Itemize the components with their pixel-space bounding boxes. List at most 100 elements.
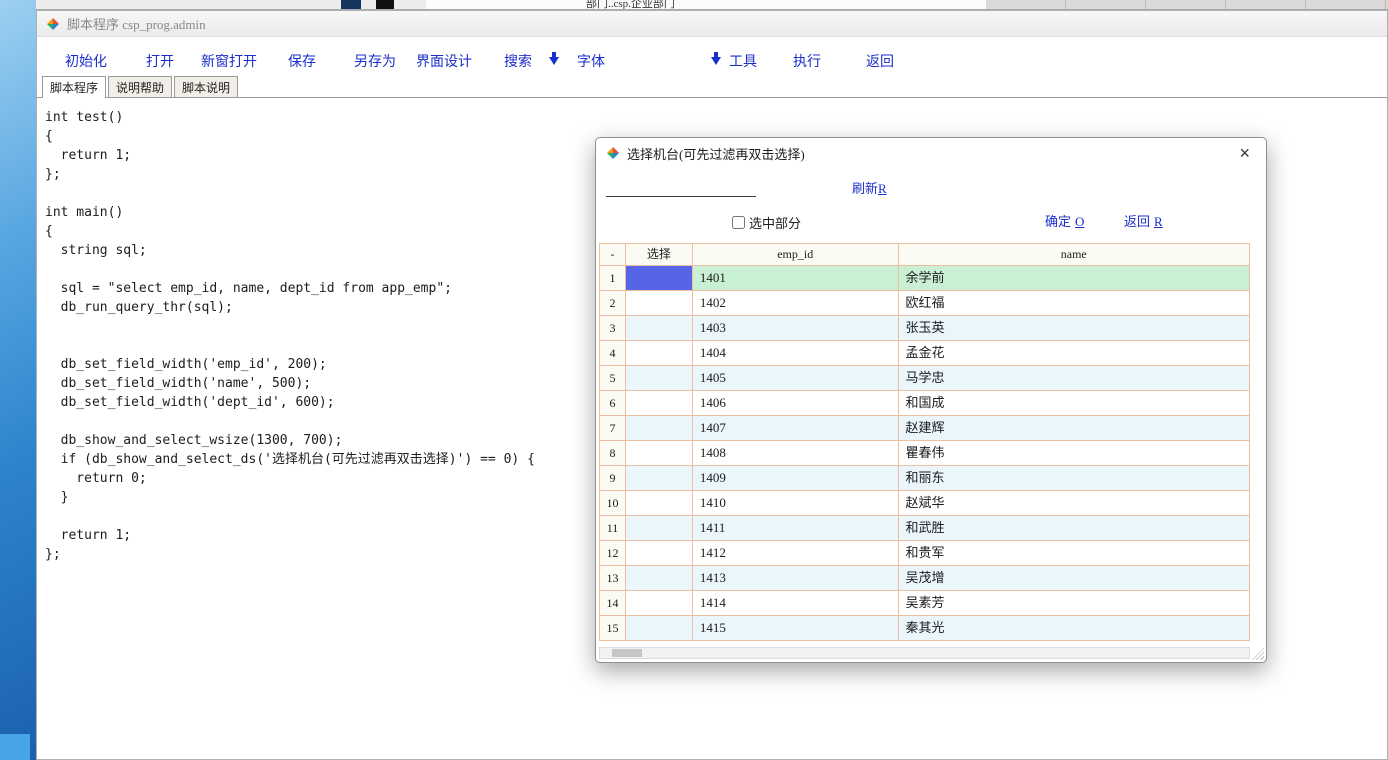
emp-id-cell[interactable]: 1415 bbox=[693, 616, 899, 641]
table-row[interactable]: 7 1407 赵建辉 bbox=[600, 416, 1250, 441]
table-row[interactable]: 13 1413 吴茂增 bbox=[600, 566, 1250, 591]
save-button[interactable]: 保存 bbox=[288, 51, 316, 71]
filter-input[interactable] bbox=[606, 180, 756, 197]
row-number-cell: 15 bbox=[600, 616, 626, 641]
emp-id-cell[interactable]: 1409 bbox=[693, 466, 899, 491]
back-button[interactable]: 返回R bbox=[1124, 211, 1163, 230]
table-row[interactable]: 14 1414 吴素芳 bbox=[600, 591, 1250, 616]
emp-id-cell[interactable]: 1404 bbox=[693, 341, 899, 366]
select-cell[interactable] bbox=[626, 591, 693, 616]
name-cell[interactable]: 和丽东 bbox=[899, 466, 1250, 491]
select-cell[interactable] bbox=[626, 266, 693, 291]
emp-id-cell[interactable]: 1403 bbox=[693, 316, 899, 341]
table-row[interactable]: 2 1402 欧红福 bbox=[600, 291, 1250, 316]
execute-button[interactable]: 执行 bbox=[793, 51, 821, 71]
header-row-number[interactable]: - bbox=[600, 244, 626, 266]
name-cell[interactable]: 余学前 bbox=[899, 266, 1250, 291]
header-select[interactable]: 选择 bbox=[626, 244, 693, 266]
emp-id-cell[interactable]: 1401 bbox=[693, 266, 899, 291]
name-cell[interactable]: 吴茂增 bbox=[899, 566, 1250, 591]
dialog-icon bbox=[606, 146, 620, 160]
name-cell[interactable]: 赵斌华 bbox=[899, 491, 1250, 516]
select-cell[interactable] bbox=[626, 616, 693, 641]
select-cell[interactable] bbox=[626, 316, 693, 341]
return-button[interactable]: 返回 bbox=[866, 51, 894, 71]
select-cell[interactable] bbox=[626, 341, 693, 366]
emp-id-cell[interactable]: 1411 bbox=[693, 516, 899, 541]
select-cell[interactable] bbox=[626, 466, 693, 491]
toolbar: 初始化 打开 新窗打开 保存 另存为 界面设计 搜索 字体 工具 执行 返回 bbox=[37, 37, 1387, 79]
name-cell[interactable]: 张玉英 bbox=[899, 316, 1250, 341]
select-cell[interactable] bbox=[626, 491, 693, 516]
select-cell[interactable] bbox=[626, 416, 693, 441]
emp-id-cell[interactable]: 1408 bbox=[693, 441, 899, 466]
name-cell[interactable]: 和武胜 bbox=[899, 516, 1250, 541]
dialog-title-bar[interactable]: 选择机台(可先过滤再双击选择) bbox=[596, 138, 1266, 168]
tab-script-program[interactable]: 脚本程序 bbox=[42, 76, 106, 98]
emp-id-cell[interactable]: 1414 bbox=[693, 591, 899, 616]
down-arrow-icon[interactable] bbox=[711, 52, 721, 65]
scrollbar-thumb[interactable] bbox=[612, 649, 642, 657]
name-cell[interactable]: 秦其光 bbox=[899, 616, 1250, 641]
refresh-label: 刷新 bbox=[852, 181, 878, 196]
header-emp-id[interactable]: emp_id bbox=[693, 244, 899, 266]
select-cell[interactable] bbox=[626, 366, 693, 391]
table-row[interactable]: 15 1415 秦其光 bbox=[600, 616, 1250, 641]
font-button[interactable]: 字体 bbox=[577, 51, 605, 71]
name-cell[interactable]: 瞿春伟 bbox=[899, 441, 1250, 466]
table-row[interactable]: 3 1403 张玉英 bbox=[600, 316, 1250, 341]
window-title: 脚本程序 csp_prog.admin bbox=[67, 14, 206, 33]
search-button[interactable]: 搜索 bbox=[504, 51, 532, 71]
ui-design-button[interactable]: 界面设计 bbox=[416, 51, 472, 71]
save-as-button[interactable]: 另存为 bbox=[354, 51, 396, 71]
select-cell[interactable] bbox=[626, 441, 693, 466]
table-row[interactable]: 9 1409 和丽东 bbox=[600, 466, 1250, 491]
down-arrow-icon[interactable] bbox=[549, 52, 559, 65]
emp-id-cell[interactable]: 1407 bbox=[693, 416, 899, 441]
ok-button[interactable]: 确定O bbox=[1045, 211, 1084, 230]
dialog-title: 选择机台(可先过滤再双击选择) bbox=[627, 144, 805, 163]
select-cell[interactable] bbox=[626, 516, 693, 541]
resize-grip-icon[interactable] bbox=[1252, 648, 1264, 660]
row-number-cell: 6 bbox=[600, 391, 626, 416]
emp-id-cell[interactable]: 1406 bbox=[693, 391, 899, 416]
table-row[interactable]: 10 1410 赵斌华 bbox=[600, 491, 1250, 516]
table-row[interactable]: 1 1401 余学前 bbox=[600, 266, 1250, 291]
name-cell[interactable]: 和国成 bbox=[899, 391, 1250, 416]
tools-button[interactable]: 工具 bbox=[729, 51, 757, 71]
select-cell[interactable] bbox=[626, 291, 693, 316]
table-body: 1 1401 余学前 2 1402 欧红福 3 1403 张玉英 4 1404 … bbox=[600, 266, 1250, 641]
init-button[interactable]: 初始化 bbox=[65, 51, 107, 71]
emp-id-cell[interactable]: 1410 bbox=[693, 491, 899, 516]
name-cell[interactable]: 吴素芳 bbox=[899, 591, 1250, 616]
emp-id-cell[interactable]: 1412 bbox=[693, 541, 899, 566]
table-row[interactable]: 8 1408 瞿春伟 bbox=[600, 441, 1250, 466]
table-row[interactable]: 12 1412 和贵军 bbox=[600, 541, 1250, 566]
select-part-checkbox[interactable]: 选中部分 bbox=[732, 213, 801, 232]
horizontal-scrollbar[interactable] bbox=[599, 647, 1250, 659]
checkbox-input[interactable] bbox=[732, 216, 745, 229]
name-cell[interactable]: 赵建辉 bbox=[899, 416, 1250, 441]
emp-id-cell[interactable]: 1405 bbox=[693, 366, 899, 391]
tab-help[interactable]: 说明帮助 bbox=[108, 76, 172, 97]
close-icon[interactable]: × bbox=[1233, 141, 1256, 166]
header-name[interactable]: name bbox=[899, 244, 1250, 266]
name-cell[interactable]: 欧红福 bbox=[899, 291, 1250, 316]
name-cell[interactable]: 孟金花 bbox=[899, 341, 1250, 366]
refresh-button[interactable]: 刷新R bbox=[852, 178, 887, 197]
select-cell[interactable] bbox=[626, 566, 693, 591]
select-cell[interactable] bbox=[626, 541, 693, 566]
table-row[interactable]: 4 1404 孟金花 bbox=[600, 341, 1250, 366]
select-cell[interactable] bbox=[626, 391, 693, 416]
table-row[interactable]: 11 1411 和武胜 bbox=[600, 516, 1250, 541]
emp-id-cell[interactable]: 1413 bbox=[693, 566, 899, 591]
tab-script-notes[interactable]: 脚本说明 bbox=[174, 76, 238, 97]
name-cell[interactable]: 和贵军 bbox=[899, 541, 1250, 566]
name-cell[interactable]: 马学忠 bbox=[899, 366, 1250, 391]
open-button[interactable]: 打开 bbox=[146, 51, 174, 71]
table-row[interactable]: 5 1405 马学忠 bbox=[600, 366, 1250, 391]
open-new-window-button[interactable]: 新窗打开 bbox=[201, 51, 257, 71]
emp-id-cell[interactable]: 1402 bbox=[693, 291, 899, 316]
tab-bar: 脚本程序 说明帮助 脚本说明 bbox=[37, 79, 1387, 98]
table-row[interactable]: 6 1406 和国成 bbox=[600, 391, 1250, 416]
